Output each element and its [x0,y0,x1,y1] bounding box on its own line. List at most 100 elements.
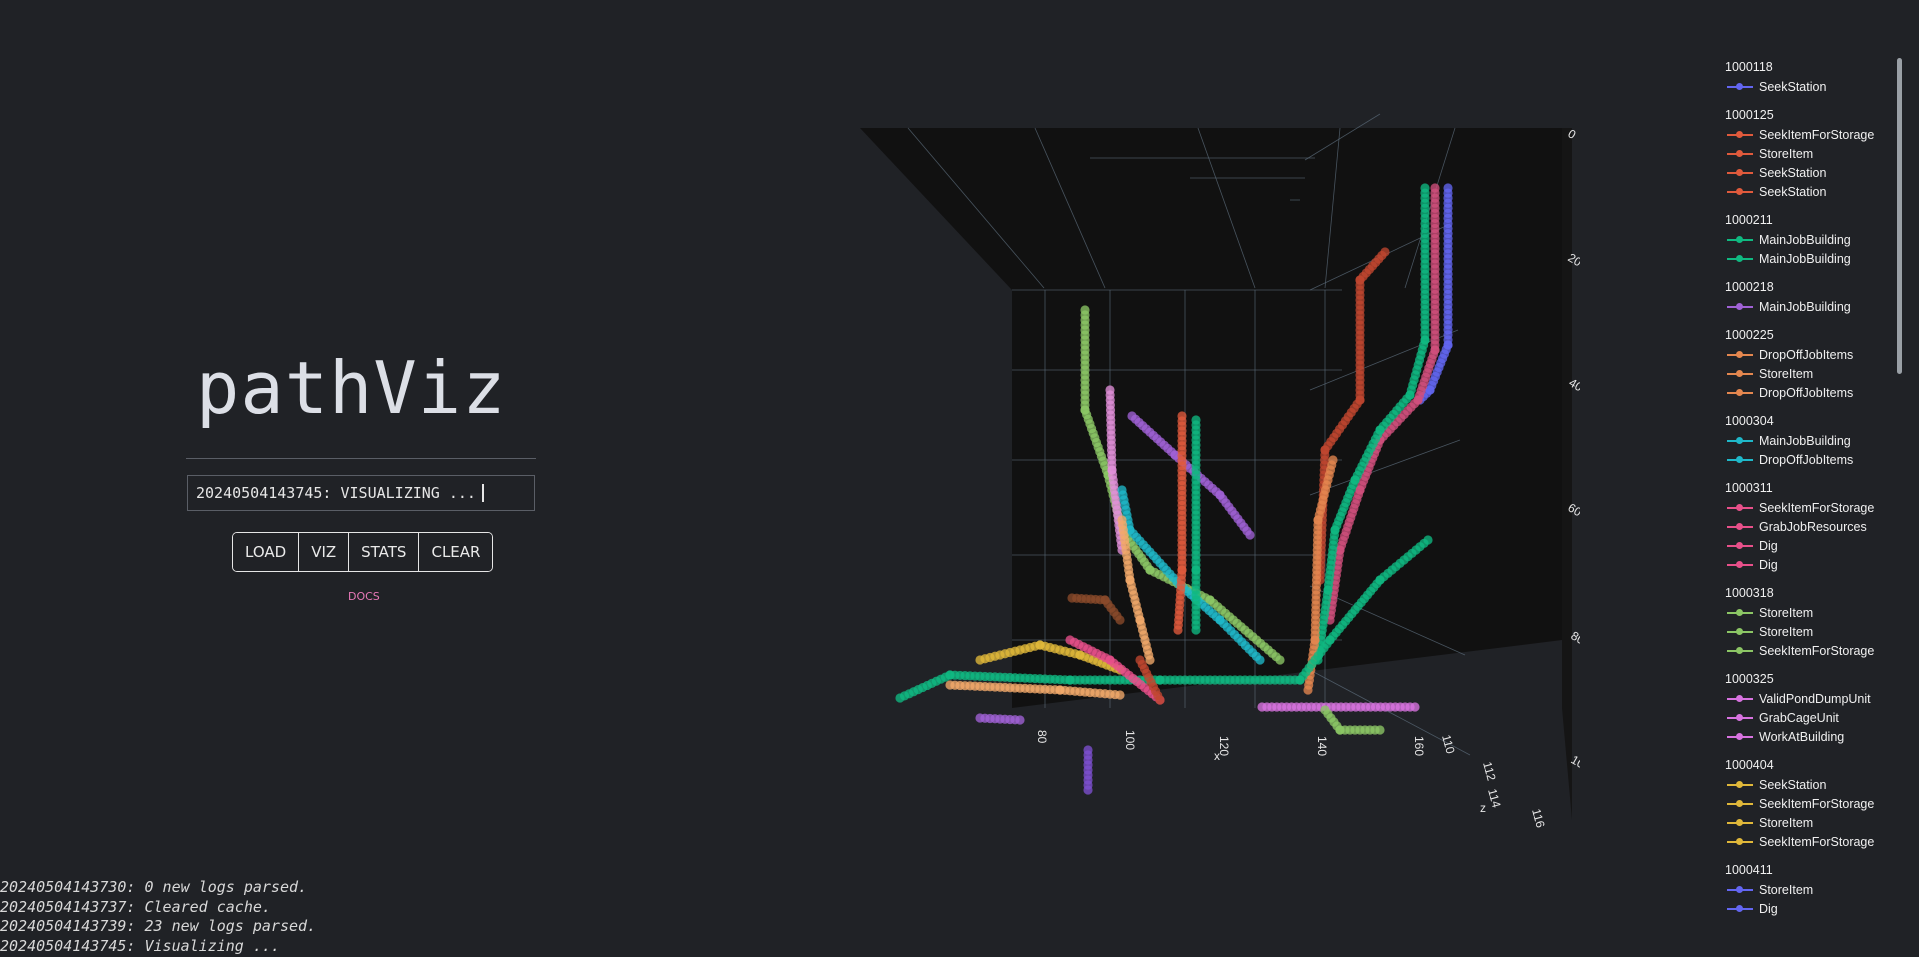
legend-marker-icon [1725,345,1753,364]
path-point [1275,655,1285,665]
legend-group-title: 1000304 [1725,414,1774,428]
path-trace[interactable] [975,713,1025,725]
legend-item[interactable]: SeekStation [1725,182,1890,201]
legend-item-label: SeekItemForStorage [1759,834,1875,849]
legend-item[interactable]: StoreItem [1725,880,1890,899]
legend-item[interactable]: GrabJobResources [1725,517,1890,536]
legend-item[interactable]: WorkAtBuilding [1725,727,1890,746]
path-trace[interactable] [1191,415,1201,635]
legend-marker-icon [1725,603,1753,622]
legend-item[interactable]: ValidPondDumpUnit [1725,689,1890,708]
legend-item[interactable]: SeekItemForStorage [1725,125,1890,144]
legend-item[interactable]: SeekItemForStorage [1725,641,1890,660]
legend-scrollbar[interactable] [1897,58,1902,374]
legend-item[interactable]: Dig [1725,555,1890,574]
legend-marker-icon [1725,431,1753,450]
legend-group: 1000318 StoreItem StoreItem SeekItemForStor… [1725,584,1890,660]
legend-marker-icon [1725,297,1753,316]
path-point [1295,675,1305,685]
legend-item[interactable]: MainJobBuilding [1725,230,1890,249]
legend-marker-icon [1725,517,1753,536]
legend-group-title: 1000318 [1725,586,1774,600]
legend-item[interactable]: MainJobBuilding [1725,249,1890,268]
legend-item-label: SeekItemForStorage [1759,500,1875,515]
legend-item-label: SeekItemForStorage [1759,643,1875,658]
path-point [1115,615,1125,625]
path-trace[interactable] [1257,702,1420,712]
legend-item[interactable]: StoreItem [1725,622,1890,641]
legend-group: 1000211 MainJobBuilding MainJobBuilding [1725,211,1890,268]
legend-group-title: 1000411 [1725,863,1773,877]
legend-group: 1000118 SeekStation [1725,58,1890,96]
plot-legend: 1000118 SeekStation 1000125 SeekItemForStor… [1725,58,1890,920]
legend-item[interactable]: StoreItem [1725,603,1890,622]
text-caret [481,484,484,502]
legend-item-label: DropOffJobItems [1759,347,1854,362]
legend-item-label: StoreItem [1759,624,1814,639]
log-line: 20240504143739: 23 new logs parsed. [0,917,317,935]
legend-group: 1000404 SeekStation SeekItemForStorage Stor… [1725,756,1890,851]
legend-item[interactable]: SeekStation [1725,77,1890,96]
legend-item-label: GrabCageUnit [1759,710,1839,725]
legend-marker-icon [1725,641,1753,660]
legend-item-label: WorkAtBuilding [1759,729,1845,744]
path-point [1083,785,1093,795]
legend-item[interactable]: StoreItem [1725,144,1890,163]
legend-item[interactable]: SeekItemForStorage [1725,832,1890,851]
legend-marker-icon [1725,144,1753,163]
legend-item[interactable]: DropOffJobItems [1725,345,1890,364]
legend-group-title: 1000225 [1725,328,1774,342]
legend-item-label: Dig [1759,538,1778,553]
legend-item[interactable]: DropOffJobItems [1725,450,1890,469]
legend-item-label: StoreItem [1759,815,1814,830]
clear-button[interactable]: CLEAR [419,533,493,571]
3d-path-plot[interactable]: 80100120140160020406080100110112114116xy… [860,100,1580,850]
legend-item[interactable]: MainJobBuilding [1725,297,1890,316]
stats-button[interactable]: STATS [349,533,420,571]
legend-item-label: ValidPondDumpUnit [1759,691,1871,706]
legend-item[interactable]: SeekStation [1725,775,1890,794]
legend-item-label: DropOffJobItems [1759,385,1854,400]
legend-marker-icon [1725,163,1753,182]
legend-item[interactable]: SeekItemForStorage [1725,794,1890,813]
legend-item-label: MainJobBuilding [1759,232,1851,247]
legend-marker-icon [1725,182,1753,201]
legend-marker-icon [1725,775,1753,794]
legend-item-label: StoreItem [1759,882,1814,897]
legend-item-label: DropOffJobItems [1759,452,1854,467]
legend-marker-icon [1725,230,1753,249]
x-tick-label: 140 [1315,736,1329,756]
legend-group: 1000411 StoreItem Dig [1725,861,1890,918]
command-input[interactable]: 20240504143745: VISUALIZING ... [187,475,535,511]
x-tick-label: 100 [1123,730,1137,750]
legend-item[interactable]: Dig [1725,899,1890,918]
legend-item-label: Dig [1759,557,1778,572]
legend-item[interactable]: SeekItemForStorage [1725,498,1890,517]
legend-item-label: SeekStation [1759,79,1827,94]
legend-item[interactable]: GrabCageUnit [1725,708,1890,727]
path-point [1191,625,1201,635]
legend-item[interactable]: SeekStation [1725,163,1890,182]
path-point [1155,695,1165,705]
legend-item[interactable]: StoreItem [1725,364,1890,383]
legend-item-label: SeekItemForStorage [1759,127,1875,142]
log-line: 20240504143730: 0 new logs parsed. [0,878,308,896]
legend-group-title: 1000118 [1725,60,1773,74]
legend-item[interactable]: StoreItem [1725,813,1890,832]
legend-group-title: 1000125 [1725,108,1774,122]
docs-link[interactable]: DOCS [348,590,380,603]
legend-item-label: SeekStation [1759,165,1827,180]
legend-marker-icon [1725,794,1753,813]
legend-item-label: Dig [1759,901,1778,916]
legend-group-title: 1000325 [1725,672,1774,686]
x-tick-label: 160 [1412,736,1426,756]
viz-button[interactable]: VIZ [299,533,350,571]
legend-marker-icon [1725,832,1753,851]
title-divider [186,458,536,459]
legend-item[interactable]: DropOffJobItems [1725,383,1890,402]
load-button[interactable]: LOAD [233,533,300,571]
path-trace[interactable] [1083,745,1093,795]
legend-item[interactable]: Dig [1725,536,1890,555]
legend-item[interactable]: MainJobBuilding [1725,431,1890,450]
legend-marker-icon [1725,622,1753,641]
